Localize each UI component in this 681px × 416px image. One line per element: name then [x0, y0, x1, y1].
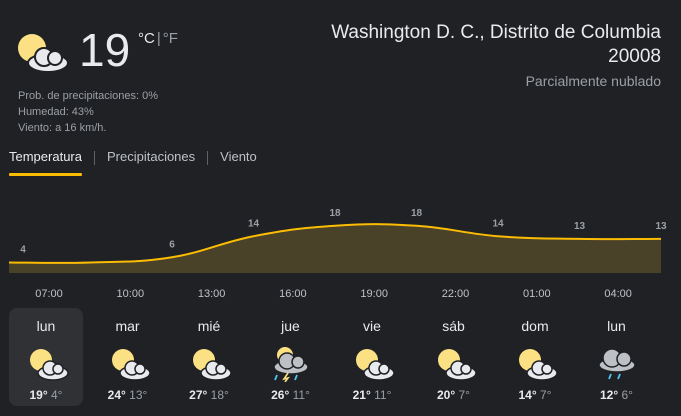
day-name: jue	[281, 318, 300, 334]
temperature-area	[9, 224, 661, 273]
tab-divider	[93, 151, 95, 165]
partly-cloudy-icon	[193, 349, 232, 381]
tick-label: 10:00	[117, 288, 145, 300]
partly-cloudy-icon	[111, 349, 151, 381]
day-item[interactable]: lun 19° 4°	[9, 308, 83, 406]
day-name: lun	[607, 318, 626, 334]
data-label: 18	[411, 208, 423, 219]
partly-cloudy-icon	[519, 349, 558, 381]
data-label: 6	[169, 239, 175, 250]
data-label: 18	[329, 208, 341, 219]
day-item[interactable]: sáb 20° 7°	[417, 308, 491, 406]
tick-label: 22:00	[442, 288, 470, 300]
day-item[interactable]: vie 21° 11°	[335, 308, 409, 406]
day-item[interactable]: mar 24° 13°	[91, 308, 165, 406]
day-high: 27°	[189, 388, 208, 402]
day-name: mié	[197, 318, 221, 334]
data-label: 14	[492, 218, 504, 229]
precipitation-probability: Prob. de precipitaciones: 0%	[18, 90, 159, 102]
rain-icon	[597, 348, 636, 380]
partly-cloudy-icon	[8, 26, 70, 76]
tab-divider	[207, 151, 209, 165]
humidity: Humedad: 43%	[18, 106, 94, 118]
unit-toggle: °C | °F	[138, 30, 178, 47]
current-temperature: 19	[79, 24, 131, 76]
location-title: Washington D. C., Distrito de Columbia 2…	[331, 22, 661, 67]
day-low: 7°	[458, 388, 470, 402]
day-item[interactable]: dom 14° 7°	[498, 308, 572, 406]
data-label: 4	[20, 245, 26, 256]
day-high: 26°	[271, 388, 290, 402]
chart-tabs: Temperatura Precipitaciones Viento	[9, 146, 269, 176]
day-high: 14°	[518, 388, 537, 402]
wind-speed: Viento: a 16 km/h.	[18, 122, 107, 134]
day-high: 24°	[107, 388, 126, 402]
day-name: sáb	[442, 318, 465, 334]
thunderstorm-icon	[272, 347, 309, 382]
partly-cloudy-icon	[356, 349, 395, 381]
day-low: 4°	[51, 388, 63, 402]
temperature-chart: 4 6 14 18 18 14 13 13 07:00 10:00 13:00 16:00 19:00 2…	[8, 208, 667, 300]
day-low: 18°	[210, 388, 229, 402]
tab-precipitation[interactable]: Precipitaciones	[107, 146, 195, 176]
partly-cloudy-icon	[437, 349, 477, 381]
data-label: 13	[655, 221, 667, 232]
unit-celsius[interactable]: °C	[138, 30, 155, 47]
tick-label: 13:00	[198, 288, 226, 300]
day-name: lun	[36, 318, 56, 334]
day-low: 11°	[374, 388, 392, 402]
day-high: 21°	[352, 388, 371, 402]
weather-details: Prob. de precipitaciones: 0% Humedad: 43…	[18, 88, 158, 136]
day-item[interactable]: lun 12° 6°	[580, 308, 654, 406]
tab-temperature[interactable]: Temperatura	[9, 146, 82, 176]
day-name: mar	[115, 318, 140, 334]
day-item[interactable]: mié 27° 18°	[172, 308, 246, 406]
tab-wind[interactable]: Viento	[220, 146, 257, 176]
tick-label: 07:00	[35, 288, 63, 300]
day-high: 19°	[29, 388, 48, 402]
current-condition: Parcialmente nublado	[525, 73, 661, 89]
unit-separator: |	[156, 30, 161, 47]
tick-label: 04:00	[604, 288, 632, 300]
day-low: 6°	[621, 388, 633, 402]
day-name: dom	[521, 318, 549, 334]
unit-fahrenheit[interactable]: °F	[163, 30, 178, 47]
day-high: 20°	[437, 388, 456, 402]
daily-forecast: lun 19° 4° mar 24° 13° mié 27° 18° jue 2…	[0, 308, 681, 408]
partly-cloudy-icon	[30, 349, 69, 381]
data-label: 14	[248, 218, 260, 229]
day-low: 7°	[540, 388, 552, 402]
tick-label: 16:00	[279, 288, 307, 300]
tick-label: 01:00	[523, 288, 551, 300]
tick-label: 19:00	[360, 288, 388, 300]
day-item[interactable]: jue 26° 11°	[254, 308, 328, 406]
day-low: 13°	[129, 388, 148, 402]
day-low: 11°	[292, 388, 310, 402]
day-name: vie	[363, 318, 381, 334]
data-label: 13	[574, 221, 586, 232]
day-high: 12°	[600, 388, 619, 402]
